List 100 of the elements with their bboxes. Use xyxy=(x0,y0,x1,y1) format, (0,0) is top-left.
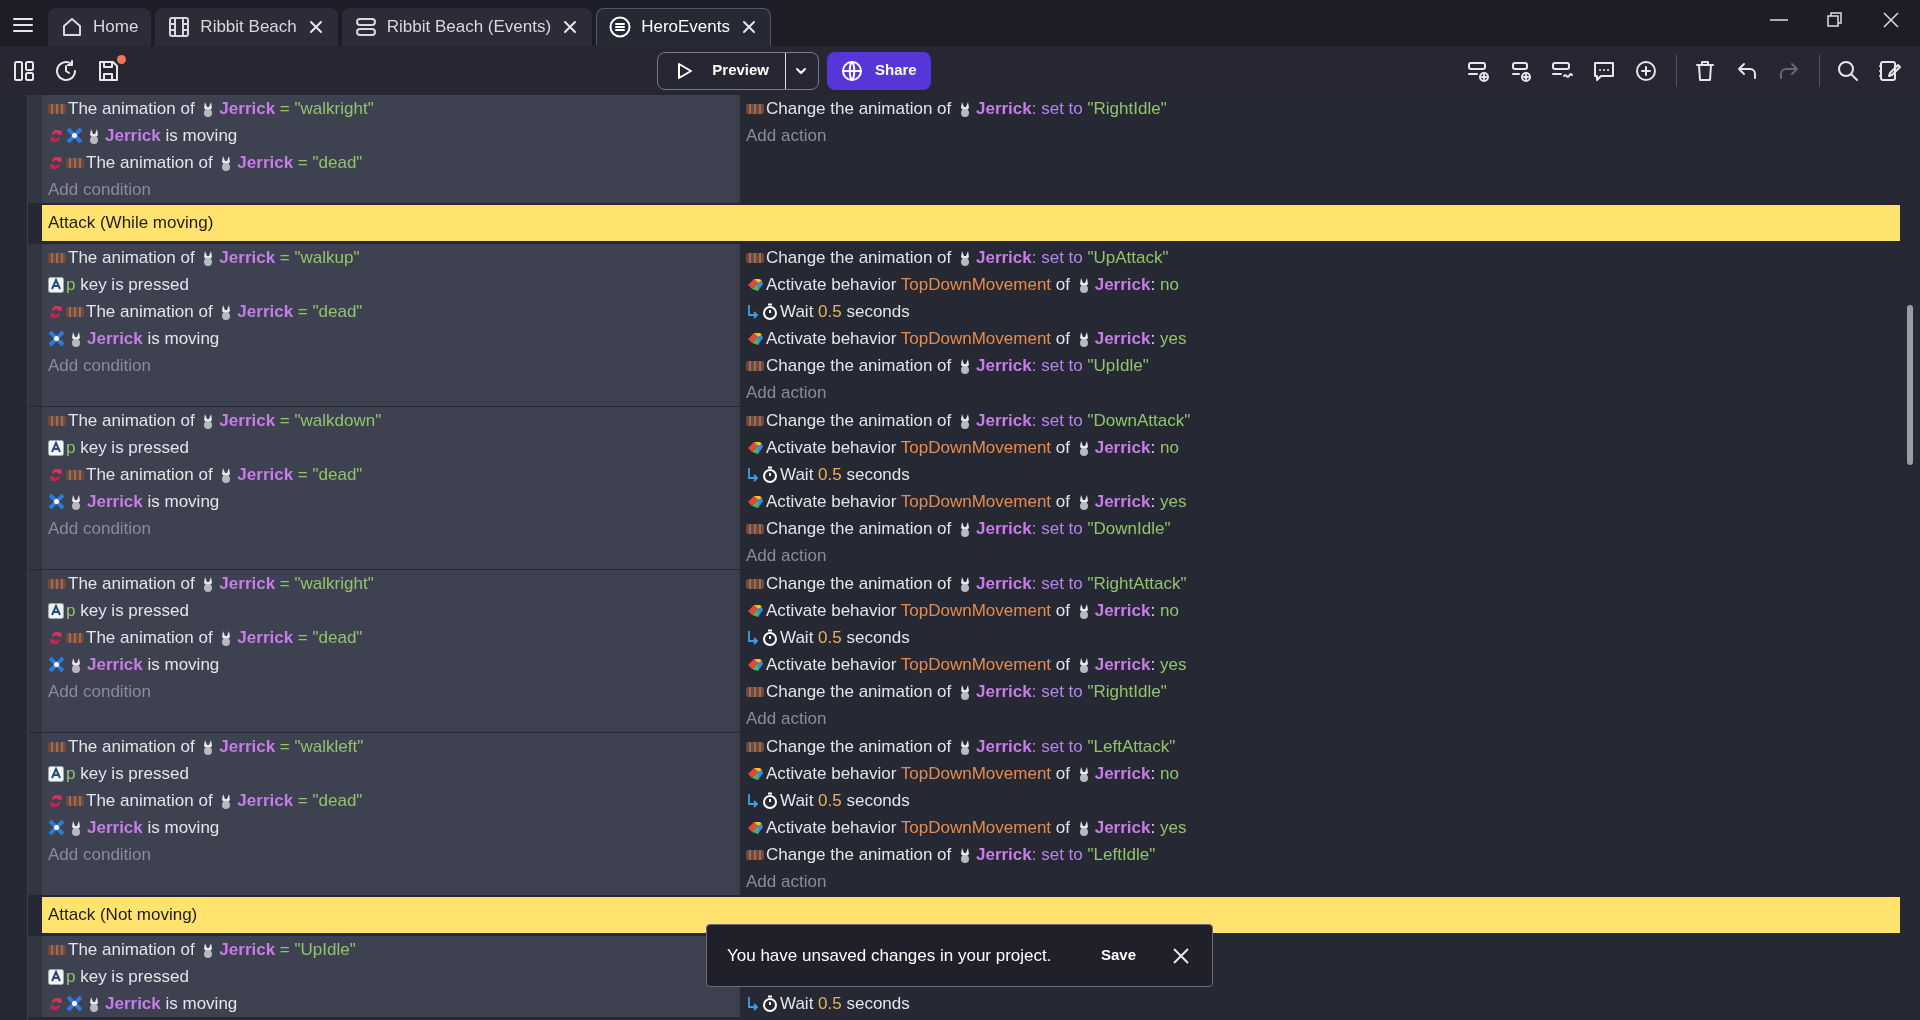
action-text: Jerrick: yes xyxy=(1094,653,1187,676)
action-text: Change the animation of xyxy=(766,409,953,432)
group-header[interactable]: Attack (While moving) xyxy=(42,205,1900,241)
scrollbar-thumb[interactable] xyxy=(1907,305,1913,465)
action-text: Jerrick: set to "UpAttack" xyxy=(975,246,1169,269)
bunny-icon xyxy=(202,575,215,592)
action-text: Change the animation of xyxy=(766,517,953,540)
condition-text: The animation of xyxy=(68,938,196,961)
minimize-icon xyxy=(1770,18,1788,21)
move-cross-icon xyxy=(66,995,83,1012)
condition-text: Jerrick = "walkright" xyxy=(219,97,374,120)
arrow-icon xyxy=(746,466,760,483)
arrow-icon xyxy=(746,792,760,809)
film-strip-icon xyxy=(746,359,764,372)
bunny-icon xyxy=(958,412,971,429)
film-strip-icon xyxy=(746,522,764,535)
film-strip-icon xyxy=(746,251,764,264)
condition-text: Jerrick is moving xyxy=(105,992,238,1015)
bunny-icon xyxy=(1077,330,1090,347)
diamond-icon xyxy=(746,276,764,293)
bunny-icon xyxy=(202,100,215,117)
share-button[interactable]: Share xyxy=(827,51,931,90)
preview-button[interactable]: Preview xyxy=(657,51,819,90)
close-tab-button[interactable] xyxy=(742,20,758,34)
condition-text: p key is pressed xyxy=(66,436,189,459)
tab[interactable]: HeroEvents xyxy=(596,8,771,46)
condition-text: The animation of xyxy=(86,626,214,649)
condition-text: Jerrick = "walkup" xyxy=(219,246,360,269)
save-button[interactable]: Save xyxy=(1094,943,1142,968)
action-text: Activate behavior TopDownMovement of xyxy=(766,490,1071,513)
add-action-link[interactable]: Add action xyxy=(740,122,1900,149)
bunny-icon xyxy=(70,656,82,673)
diamond-icon xyxy=(746,493,764,510)
event-handle[interactable] xyxy=(28,95,42,203)
event-handle[interactable] xyxy=(28,733,42,895)
bunny-icon xyxy=(958,249,971,266)
group-header[interactable]: Attack (Not moving) xyxy=(42,897,1900,933)
close-icon xyxy=(308,20,323,34)
action-text: Jerrick: set to "LeftIdle" xyxy=(975,843,1156,866)
tab[interactable]: Ribbit Beach (Events) xyxy=(341,8,593,46)
event-handle[interactable] xyxy=(28,244,42,406)
action-text: Activate behavior TopDownMovement of xyxy=(766,599,1071,622)
action-text: Jerrick: no xyxy=(1094,436,1179,459)
globe-icon xyxy=(841,59,863,82)
add-condition-link[interactable]: Add condition xyxy=(42,678,737,705)
condition-text: Jerrick = "dead" xyxy=(237,300,363,323)
add-action-link[interactable]: Add action xyxy=(740,542,1900,569)
add-condition-link[interactable]: Add condition xyxy=(42,841,737,868)
condition-text: The animation of xyxy=(86,463,214,486)
event-handle[interactable] xyxy=(28,407,42,569)
key-icon xyxy=(48,968,64,985)
action-text: Jerrick: no xyxy=(1094,273,1179,296)
condition-text: The animation of xyxy=(68,97,196,120)
add-condition-link[interactable]: Add condition xyxy=(42,515,737,542)
action-text: Change the animation of xyxy=(766,354,953,377)
event-handle[interactable] xyxy=(28,936,42,1017)
action-text: Change the animation of xyxy=(766,97,953,120)
condition-text: p key is pressed xyxy=(66,965,189,988)
film-strip-icon xyxy=(48,414,66,427)
add-condition-link[interactable]: Add condition xyxy=(42,352,737,379)
close-icon xyxy=(1882,10,1900,29)
add-action-link[interactable]: Add action xyxy=(740,379,1900,406)
film-strip-icon xyxy=(48,943,66,956)
add-action-link[interactable]: Add action xyxy=(740,705,1900,732)
bunny-icon xyxy=(220,629,233,646)
home-icon xyxy=(61,16,83,38)
action-text: Activate behavior TopDownMovement of xyxy=(766,816,1071,839)
condition-text: The animation of xyxy=(68,735,196,758)
bunny-icon xyxy=(220,303,233,320)
action-text: Change the animation of xyxy=(766,735,953,758)
event-handle[interactable] xyxy=(28,570,42,732)
action-text: Jerrick: set to "LeftAttack" xyxy=(975,735,1176,758)
menu-icon xyxy=(12,16,34,34)
condition-text: Jerrick = "dead" xyxy=(237,626,363,649)
action-text: Wait 0.5 seconds xyxy=(780,463,910,486)
action-text: Jerrick: set to "DownAttack" xyxy=(975,409,1191,432)
arrow-icon xyxy=(746,629,760,646)
diamond-icon xyxy=(746,439,764,456)
action-text: Wait 0.5 seconds xyxy=(780,992,910,1015)
close-tab-button[interactable] xyxy=(308,20,325,34)
move-cross-icon xyxy=(66,127,83,144)
action-text: Wait 0.5 seconds xyxy=(780,300,910,323)
action-text: Jerrick: set to "RightIdle" xyxy=(975,97,1167,120)
bunny-icon xyxy=(220,466,233,483)
add-action-link[interactable]: Add action xyxy=(740,868,1900,895)
add-condition-link[interactable]: Add condition xyxy=(42,176,737,203)
condition-text: Jerrick = "dead" xyxy=(237,789,363,812)
film-strip-icon xyxy=(66,631,84,644)
tab[interactable]: Ribbit Beach xyxy=(155,8,338,46)
action-text: Jerrick: set to "DownIdle" xyxy=(975,517,1171,540)
action-text: Change the animation of xyxy=(766,680,953,703)
diamond-icon xyxy=(746,330,764,347)
tab[interactable]: Home xyxy=(48,8,152,46)
move-cross-icon xyxy=(48,656,65,673)
film-icon xyxy=(168,16,191,38)
restore-icon xyxy=(1826,10,1844,29)
action-text: Change the animation of xyxy=(766,246,953,269)
film-strip-icon xyxy=(66,156,84,169)
condition-text: The animation of xyxy=(86,300,214,323)
bunny-icon xyxy=(1077,656,1090,673)
